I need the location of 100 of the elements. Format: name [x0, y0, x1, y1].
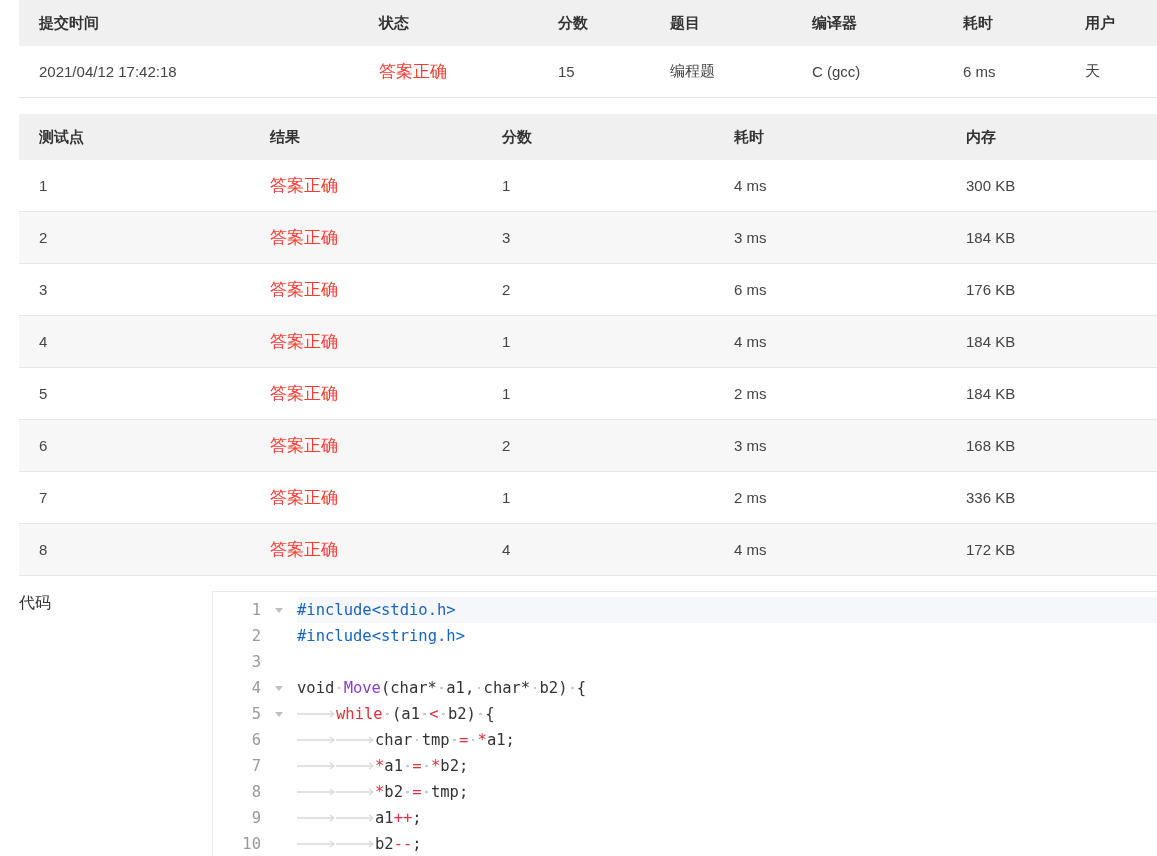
table-cell-text: 3: [38, 281, 49, 298]
column-header: 用户: [1084, 13, 1116, 33]
line-number: 7: [250, 757, 261, 775]
code-token: (a1: [382, 705, 430, 723]
status-text: 答案正确: [269, 175, 339, 197]
status-text: 答案正确: [378, 61, 448, 83]
table-cell-text: 2 ms: [733, 489, 768, 506]
status-text: 答案正确: [269, 383, 339, 405]
code-token: b2: [384, 783, 413, 801]
line-number: 8: [250, 783, 261, 801]
code-token: *: [375, 783, 385, 801]
tab-arrow-icon: [297, 709, 336, 719]
status-text: 答案正确: [269, 487, 339, 509]
code-token: a1: [375, 809, 394, 827]
table-cell-text: 1: [501, 333, 512, 350]
column-header: 测试点: [38, 127, 85, 147]
section-label: 代码: [19, 593, 52, 613]
tab-arrow-icon: [336, 735, 375, 745]
line-number: 5: [250, 705, 261, 723]
code-token: void: [297, 679, 344, 697]
table-cell-text: 天: [1084, 62, 1101, 81]
tab-arrow-icon: [336, 813, 375, 823]
tab-arrow-icon: [336, 787, 375, 797]
table-cell-text: 1: [501, 489, 512, 506]
status-text: 答案正确: [269, 539, 339, 561]
status-text: 答案正确: [269, 227, 339, 249]
code-token: ++: [393, 809, 413, 827]
table-cell-text: 2: [501, 437, 512, 454]
code-token: while: [336, 705, 383, 723]
table-cell-text: 6: [38, 437, 49, 454]
column-header: 编译器: [811, 13, 858, 33]
table-cell-text: 176 KB: [965, 281, 1017, 298]
code-token: Move: [343, 679, 381, 697]
line-number: 4: [250, 679, 261, 697]
table-cell-text: 3 ms: [733, 229, 768, 246]
tab-arrow-icon: [336, 761, 375, 771]
table-cell-text: 184 KB: [965, 385, 1017, 402]
table-cell-text: 3 ms: [733, 437, 768, 454]
table-cell-text: 184 KB: [965, 333, 1017, 350]
column-header: 状态: [377, 13, 410, 33]
code-token: #include<string.h>: [297, 627, 465, 645]
table-cell-text: 6 ms: [962, 63, 997, 80]
table-cell-text: 172 KB: [965, 541, 1017, 558]
table-cell-text: 4 ms: [733, 177, 768, 194]
column-header: 题目: [669, 13, 701, 33]
line-number: 2: [250, 627, 261, 645]
code-token: b2) {: [438, 705, 495, 723]
code-token: ;: [412, 835, 422, 853]
line-number: 3: [250, 653, 261, 671]
table-cell-text: 1: [501, 177, 512, 194]
code-token: b2;: [440, 757, 469, 775]
code-token: =: [412, 783, 422, 801]
table-cell-text: 4 ms: [733, 541, 768, 558]
column-header: 耗时: [962, 13, 994, 33]
code-token: #include<stdio.h>: [297, 601, 456, 619]
table-cell-text: 3: [501, 229, 512, 246]
table-cell-text: 2 ms: [733, 385, 768, 402]
code-token: a1: [384, 757, 413, 775]
table-cell-text: 4 ms: [733, 333, 768, 350]
code-token: <: [429, 705, 439, 723]
table-cell-text: 4: [501, 541, 512, 558]
table-cell-text: 168 KB: [965, 437, 1017, 454]
code-token: b2: [375, 835, 394, 853]
table-cell-text: 15: [557, 63, 576, 80]
column-header: 耗时: [733, 127, 765, 147]
table-cell-text: 1: [501, 385, 512, 402]
status-text: 答案正确: [269, 331, 339, 353]
tab-arrow-icon: [297, 813, 336, 823]
table-cell-text: 2021/04/12 17:42:18: [38, 63, 178, 80]
code-token: (char* a1, char* b2) {: [380, 679, 587, 697]
line-number: 10: [241, 835, 261, 853]
line-number: 6: [250, 731, 261, 749]
table-cell-text: 8: [38, 541, 49, 558]
column-header: 内存: [965, 127, 997, 147]
table-cell-text: 1: [38, 177, 49, 194]
fold-caret-icon[interactable]: [275, 711, 283, 717]
code-token: = *: [458, 731, 487, 749]
tab-arrow-icon: [297, 839, 336, 849]
table-cell-text: 300 KB: [965, 177, 1017, 194]
table-cell-text: 6 ms: [733, 281, 768, 298]
table-cell-text: 336 KB: [965, 489, 1017, 506]
fold-caret-icon[interactable]: [275, 685, 283, 691]
code-token: a1;: [486, 731, 515, 749]
column-header: 结果: [269, 127, 301, 147]
table-cell-text: C (gcc): [811, 63, 862, 80]
status-text: 答案正确: [269, 435, 339, 457]
line-number: 9: [250, 809, 261, 827]
table-cell-text: 4: [38, 333, 49, 350]
code-token: --: [393, 835, 413, 853]
line-number: 1: [250, 601, 261, 619]
code-token: tmp;: [421, 783, 469, 801]
column-header: 分数: [557, 13, 589, 33]
column-header: 提交时间: [38, 13, 100, 33]
table-cell-text: 2: [38, 229, 49, 246]
table-cell-text: 7: [38, 489, 49, 506]
tab-arrow-icon: [297, 787, 336, 797]
table-cell-text: 5: [38, 385, 49, 402]
code-token: char tmp: [375, 731, 459, 749]
code-token: ;: [412, 809, 422, 827]
fold-caret-icon[interactable]: [275, 607, 283, 613]
